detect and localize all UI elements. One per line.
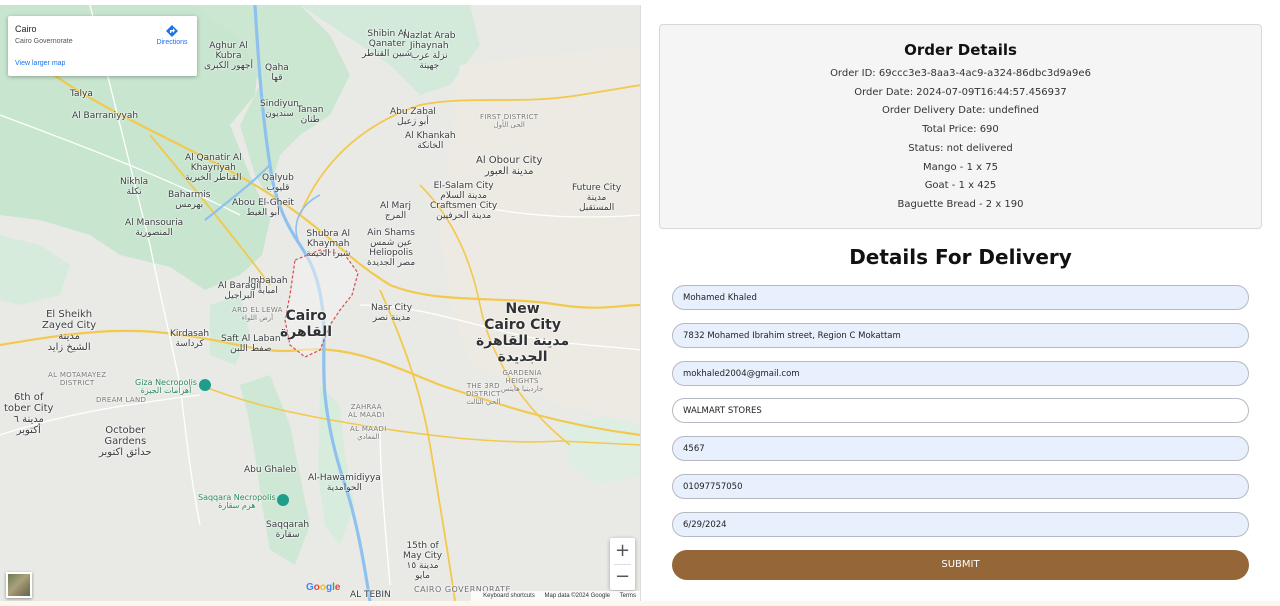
map-label: Talya bbox=[70, 89, 93, 99]
order-id: Order ID: 69ccc3e3-8aa3-4ac9-a324-86dbc3… bbox=[830, 68, 1091, 79]
map-poi-saqqara[interactable]: Saqqara Necropolis هرم سقارة bbox=[198, 494, 276, 510]
date-field[interactable] bbox=[672, 512, 1249, 537]
keyboard-shortcuts-link[interactable]: Keyboard shortcuts bbox=[483, 593, 535, 599]
map-label: Sindiyun سنديون bbox=[260, 99, 299, 119]
map-label: THE 3RD DISTRICT الحي الثالث bbox=[466, 382, 501, 406]
order-status: Status: not delivered bbox=[908, 142, 1013, 154]
map-label: Al Marj المرج bbox=[380, 201, 411, 221]
order-details-panel: Order Details Order ID: 69ccc3e3-8aa3-4a… bbox=[659, 24, 1262, 229]
map-label: Al Baragil البراجيل bbox=[218, 281, 262, 301]
map-label: Nazlat Arab Jihaynah نزلة عرب جهينة bbox=[403, 31, 456, 71]
map-label: Nikhla نكلة bbox=[120, 177, 149, 197]
zoom-in-button[interactable]: + bbox=[610, 538, 635, 564]
map-label: ZAHRAA AL MAADI bbox=[348, 403, 385, 419]
map-label: October Gardens حدائق اكتوبر bbox=[99, 425, 152, 458]
zoom-divider bbox=[614, 564, 631, 565]
map-city-new-cairo: New Cairo City مدينة القاهرة الجديدة bbox=[476, 301, 570, 365]
address-field[interactable] bbox=[672, 323, 1249, 348]
map-label: FIRST DISTRICT الحى الأول bbox=[480, 113, 539, 129]
zoom-controls: + − bbox=[610, 538, 635, 590]
map-label: Shubra Al Khaymah شبرا الخيمة bbox=[306, 229, 351, 259]
map-label: GARDENIA HEIGHTS جاردينيا هايتس bbox=[501, 369, 544, 393]
order-details-title: Order Details bbox=[904, 41, 1017, 59]
map-label: Al-Hawamidiyya الحوامدية bbox=[308, 473, 381, 493]
submit-button[interactable]: SUBMIT bbox=[672, 550, 1249, 580]
postal-code-field[interactable] bbox=[672, 436, 1249, 461]
map-label: Qaha قها bbox=[265, 63, 289, 83]
company-field[interactable] bbox=[672, 398, 1249, 423]
map-label: ARD EL LEWA أرض اللواء bbox=[232, 306, 283, 322]
map-label: Ain Shams عين شمس Heliopolis مصر الجديدة bbox=[367, 228, 416, 268]
order-date: Order Date: 2024-07-09T16:44:57.456937 bbox=[854, 86, 1067, 98]
delivery-form-title: Details For Delivery bbox=[849, 245, 1072, 269]
map-label: El Sheikh Zayed City مدينة الشيخ زايد bbox=[42, 309, 97, 353]
directions-label: Directions bbox=[156, 39, 188, 46]
map-label: Al Barraniyyah bbox=[72, 111, 139, 121]
order-total-price: Total Price: 690 bbox=[922, 124, 999, 136]
map-place-subtitle: Cairo Governorate bbox=[15, 38, 73, 45]
directions-icon bbox=[166, 25, 178, 37]
map-label: DREAM LAND bbox=[96, 396, 147, 404]
email-field[interactable] bbox=[672, 361, 1249, 386]
satellite-layer-toggle[interactable] bbox=[6, 572, 32, 598]
map-label: Nasr City مدينة نصر bbox=[371, 303, 413, 323]
map-city-cairo: Cairo القاهرة bbox=[280, 308, 333, 340]
map-label: Qalyub قليوب bbox=[262, 173, 294, 193]
page-bottom-strip bbox=[0, 601, 1280, 606]
map-label: Saqqarah سقارة bbox=[266, 520, 310, 540]
view-larger-map-link[interactable]: View larger map bbox=[15, 60, 65, 67]
map-poi-giza[interactable]: Giza Necropolis أهرامات الجيزة bbox=[135, 379, 197, 395]
map-label: Aghur Al Kubra أجهور الكبرى bbox=[204, 41, 254, 71]
name-field[interactable] bbox=[672, 285, 1249, 310]
map-label: Al Obour City مدينة العبور bbox=[476, 155, 543, 177]
embedded-map[interactable]: Shibin Al Qanater شبين القناطر Nazlat Arab… bbox=[0, 5, 641, 601]
map-data-text: Map data ©2024 Google bbox=[544, 593, 610, 599]
order-item: Baguette Bread - 2 x 190 bbox=[897, 198, 1024, 210]
map-label: 6th of tober City مدينة ٦ أكتوبر bbox=[4, 392, 54, 436]
map-label: Abu Ghaleb bbox=[244, 465, 297, 475]
phone-field[interactable] bbox=[672, 474, 1249, 499]
map-label: Al Qanatir Al Khayriyah القناطر الخيرية bbox=[185, 153, 242, 183]
order-item: Mango - 1 x 75 bbox=[923, 161, 998, 173]
page: Shibin Al Qanater شبين القناطر Nazlat Arab… bbox=[0, 0, 1280, 606]
map-label: AL MOTAMAYEZ DISTRICT bbox=[48, 371, 107, 387]
directions-button[interactable]: Directions bbox=[150, 24, 194, 46]
map-label: Tanan طنان bbox=[297, 105, 324, 125]
map-attribution: Keyboard shortcuts Map data ©2024 Google… bbox=[471, 591, 640, 601]
zoom-out-button[interactable]: − bbox=[610, 564, 635, 590]
map-label: AL MAADI المعادي bbox=[350, 425, 387, 441]
order-delivery-date: Order Delivery Date: undefined bbox=[881, 105, 1040, 117]
map-label: Kirdasah كرداسة bbox=[170, 329, 210, 349]
order-details-list: Order ID: 69ccc3e3-8aa3-4ac9-a324-86dbc3… bbox=[660, 65, 1261, 215]
map-label: AL TEBIN bbox=[350, 590, 391, 600]
map-label: Future City مدينة المستقبل bbox=[572, 183, 622, 213]
map-label: Al Khankah الخانكة bbox=[405, 131, 456, 151]
map-label: Abu Zabal أبو زعبل bbox=[390, 107, 436, 127]
map-label: El-Salam City مدينة السلام Craftsmen City م… bbox=[430, 181, 498, 221]
map-label: Abou El-Gheit أبو الغيط bbox=[232, 198, 294, 218]
map-label: Baharmis بهرمس bbox=[168, 190, 211, 210]
map-info-card: Cairo Cairo Governorate View larger map … bbox=[8, 16, 197, 76]
map-label: 15th of May City مدينة ١٥ مايو bbox=[403, 541, 443, 581]
google-logo: Google bbox=[306, 582, 341, 593]
map-place-title: Cairo bbox=[15, 24, 37, 34]
terms-link[interactable]: Terms bbox=[620, 593, 636, 599]
map-label: Al Mansouria المنصورية bbox=[125, 218, 184, 238]
order-item: Goat - 1 x 425 bbox=[924, 180, 997, 192]
map-label: Saft Al Laban صفط اللبن bbox=[221, 334, 281, 354]
